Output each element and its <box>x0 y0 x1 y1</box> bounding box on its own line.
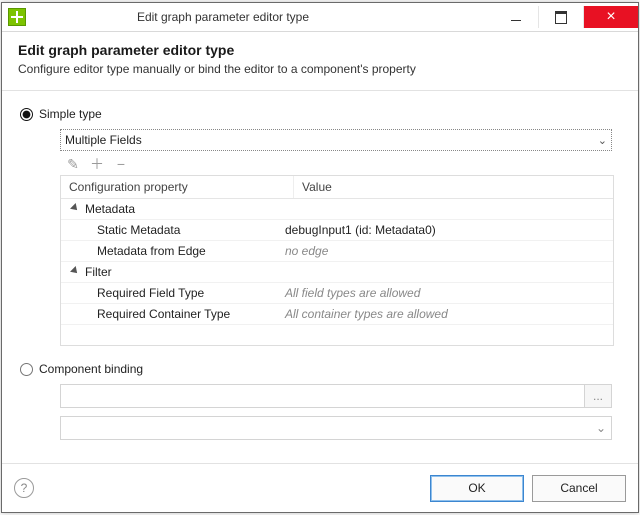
prop-label: Required Container Type <box>97 307 230 321</box>
prop-value: debugInput1 (id: Metadata0) <box>285 223 436 237</box>
col-header-property: Configuration property <box>61 176 294 198</box>
expand-icon[interactable] <box>70 266 80 276</box>
minimize-button[interactable] <box>494 6 538 28</box>
prop-value: All field types are allowed <box>285 286 420 300</box>
component-binding-label: Component binding <box>39 362 143 376</box>
window-title: Edit graph parameter editor type <box>0 10 494 24</box>
help-icon[interactable]: ? <box>14 478 34 498</box>
row-required-field-type[interactable]: Required Field Type All field types are … <box>61 283 613 304</box>
app-icon <box>8 8 26 26</box>
row-required-container-type[interactable]: Required Container Type All container ty… <box>61 304 613 325</box>
row-static-metadata[interactable]: Static Metadata debugInput1 (id: Metadat… <box>61 220 613 241</box>
editor-type-value: Multiple Fields <box>65 133 142 147</box>
chevron-down-icon: ⌄ <box>591 417 611 439</box>
expand-icon[interactable] <box>70 203 80 213</box>
prop-label: Static Metadata <box>97 223 180 237</box>
cancel-button[interactable]: Cancel <box>532 475 626 502</box>
simple-type-combo-row: Multiple Fields ⌄ <box>60 129 622 151</box>
prop-label: Metadata from Edge <box>97 244 206 258</box>
close-button[interactable]: × <box>584 6 638 28</box>
row-metadata-from-edge[interactable]: Metadata from Edge no edge <box>61 241 613 262</box>
edit-icon[interactable]: ✎ <box>66 157 80 171</box>
component-binding-path-field: ... <box>60 384 612 408</box>
page-subtitle: Configure editor type manually or bind t… <box>18 62 622 76</box>
maximize-button[interactable] <box>538 6 584 28</box>
simple-type-label: Simple type <box>39 107 102 121</box>
prop-value: All container types are allowed <box>285 307 448 321</box>
component-binding-section: Component binding ... ⌄ <box>18 362 622 440</box>
component-binding-property-combo: ⌄ <box>60 416 612 440</box>
chevron-down-icon: ⌄ <box>598 134 607 147</box>
col-header-value: Value <box>294 176 613 198</box>
dialog-body: Simple type Multiple Fields ⌄ ✎ ＋ − Conf… <box>2 91 638 463</box>
dialog-header: Edit graph parameter editor type Configu… <box>2 32 638 91</box>
ellipsis-icon: ... <box>593 389 603 403</box>
editor-type-combo[interactable]: Multiple Fields ⌄ <box>60 129 612 151</box>
component-binding-option[interactable]: Component binding <box>18 362 622 376</box>
add-icon[interactable]: ＋ <box>90 157 104 171</box>
table-header: Configuration property Value <box>61 176 613 199</box>
group-row-metadata[interactable]: Metadata <box>61 199 613 220</box>
tree-toolbar: ✎ ＋ − <box>66 157 622 171</box>
config-tree-table: Configuration property Value Metadata St… <box>60 175 614 346</box>
page-title: Edit graph parameter editor type <box>18 42 622 58</box>
group-label: Metadata <box>85 202 135 216</box>
dialog-footer: ? OK Cancel <box>2 463 638 512</box>
table-row <box>61 325 613 345</box>
prop-value: no edge <box>285 244 328 258</box>
prop-label: Required Field Type <box>97 286 204 300</box>
ok-button[interactable]: OK <box>430 475 524 502</box>
browse-button: ... <box>584 385 611 407</box>
simple-type-radio[interactable] <box>20 108 33 121</box>
title-bar: Edit graph parameter editor type × <box>2 3 638 32</box>
remove-icon[interactable]: − <box>114 157 128 171</box>
group-row-filter[interactable]: Filter <box>61 262 613 283</box>
group-label: Filter <box>85 265 112 279</box>
component-binding-radio[interactable] <box>20 363 33 376</box>
simple-type-option[interactable]: Simple type <box>18 107 622 121</box>
dialog-window: Edit graph parameter editor type × Edit … <box>1 2 639 513</box>
